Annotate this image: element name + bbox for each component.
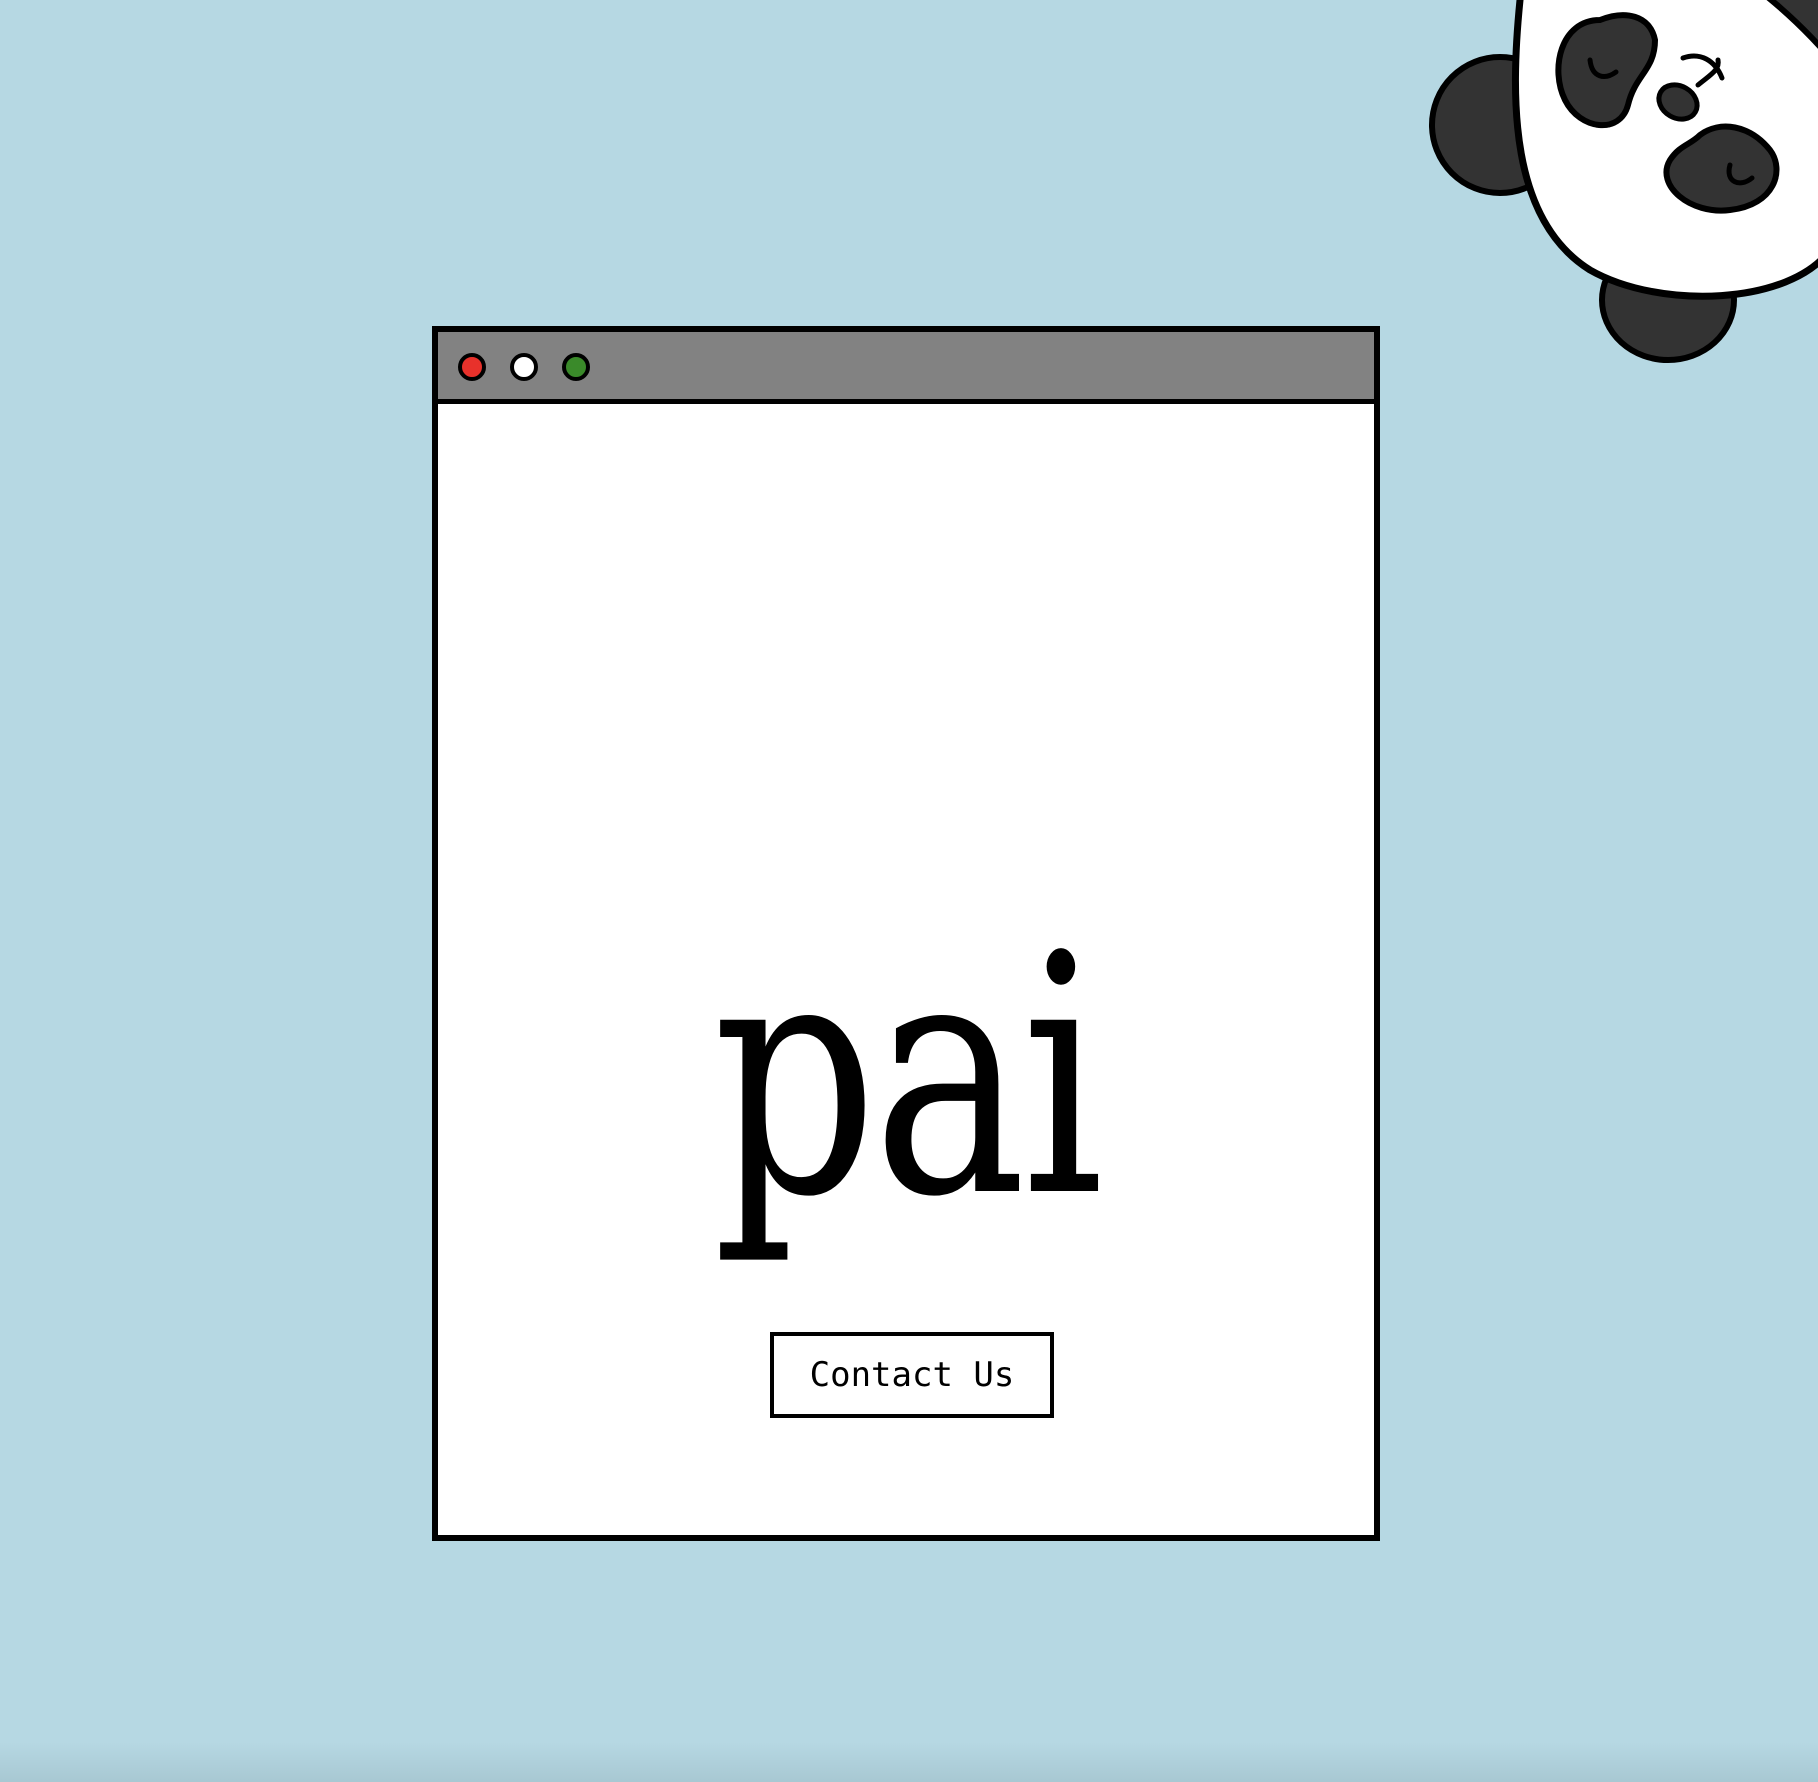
contact-us-button[interactable]: Contact Us — [770, 1332, 1054, 1418]
window-titlebar[interactable] — [438, 332, 1374, 404]
close-window-button[interactable] — [458, 353, 486, 381]
panda-icon — [1429, 0, 1818, 363]
minimize-window-button[interactable] — [510, 353, 538, 381]
brand-logo: pai — [712, 885, 1104, 1269]
bottom-shadow — [0, 1742, 1818, 1782]
maximize-window-button[interactable] — [562, 353, 590, 381]
app-window: pai Contact Us — [432, 326, 1380, 1541]
